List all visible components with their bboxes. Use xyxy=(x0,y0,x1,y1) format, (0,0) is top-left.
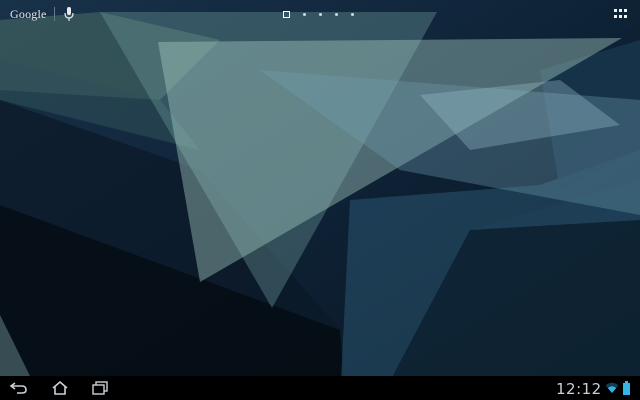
page-indicator-4 xyxy=(335,12,338,16)
clock[interactable]: 12:12 xyxy=(556,380,602,398)
apps-grid-icon[interactable] xyxy=(614,9,628,19)
microphone-icon[interactable] xyxy=(62,6,76,22)
page-indicator-3 xyxy=(319,12,322,16)
page-indicators xyxy=(283,10,367,18)
system-bar: 12:12 xyxy=(0,376,640,400)
recent-apps-icon[interactable] xyxy=(90,380,110,396)
search-divider xyxy=(54,7,55,21)
battery-icon[interactable] xyxy=(623,381,630,395)
page-indicator-5 xyxy=(351,12,354,16)
back-arrow-icon[interactable] xyxy=(9,380,29,396)
home-icon[interactable] xyxy=(50,380,70,396)
wallpaper xyxy=(0,0,640,400)
google-logo[interactable]: Google xyxy=(10,7,47,22)
wifi-icon[interactable] xyxy=(605,382,619,394)
page-indicator-1 xyxy=(283,10,290,18)
top-bar: Google xyxy=(0,0,640,28)
google-search-bar[interactable]: Google xyxy=(10,6,47,22)
page-indicator-2 xyxy=(303,12,306,16)
